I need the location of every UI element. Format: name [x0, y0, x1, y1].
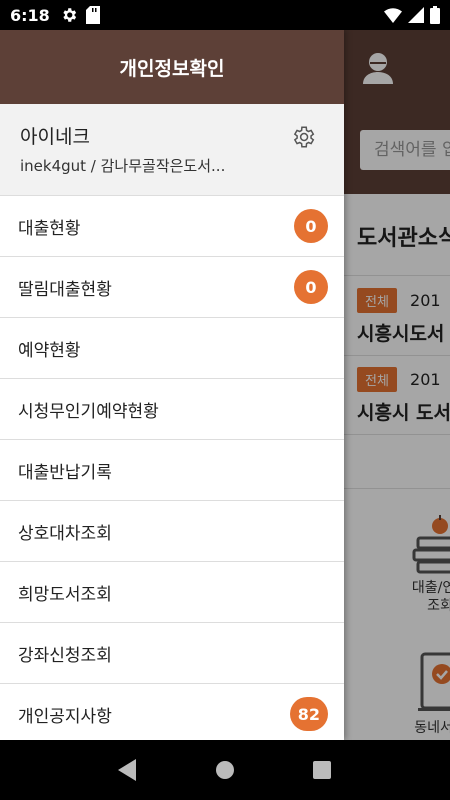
- battery-icon: [430, 6, 440, 24]
- menu-item-kiosk-reservation-status[interactable]: 시청무인기예약현황: [0, 379, 344, 440]
- count-badge: 82: [289, 697, 328, 731]
- menu-item-label: 강좌신청조회: [18, 645, 112, 666]
- menu-item-label: 딸림대출현황: [18, 279, 112, 300]
- menu-item-personal-notices[interactable]: 개인공지사항 82: [0, 684, 344, 740]
- navigation-drawer: 개인정보확인 아이네크 inek4gut / 감나무골작은도서... 대출현황 …: [0, 30, 344, 740]
- drawer-title: 개인정보확인: [0, 30, 344, 104]
- wifi-icon: [384, 7, 402, 23]
- status-bar: 6:18: [0, 0, 450, 30]
- menu-item-label: 예약현황: [18, 340, 81, 361]
- home-icon[interactable]: [210, 755, 240, 785]
- menu-item-label: 대출반납기록: [18, 462, 112, 483]
- menu-item-loan-status[interactable]: 대출현황 0: [0, 196, 344, 257]
- count-badge: 0: [294, 270, 328, 304]
- profile-name: 아이네크: [20, 126, 90, 148]
- profile-section: 아이네크 inek4gut / 감나무골작은도서...: [0, 104, 344, 196]
- menu-item-label: 시청무인기예약현황: [18, 401, 159, 422]
- recents-icon[interactable]: [307, 755, 337, 785]
- menu-item-loan-return-history[interactable]: 대출반납기록: [0, 440, 344, 501]
- menu-item-label: 희망도서조회: [18, 584, 112, 605]
- settings-gear-icon[interactable]: [290, 124, 316, 150]
- menu-item-label: 상호대차조회: [18, 523, 112, 544]
- settings-icon: [60, 6, 78, 24]
- count-badge: 0: [294, 209, 328, 243]
- menu-item-attached-loan-status[interactable]: 딸림대출현황 0: [0, 257, 344, 318]
- menu-item-interlibrary-loan[interactable]: 상호대차조회: [0, 501, 344, 562]
- profile-detail: inek4gut / 감나무골작은도서...: [20, 157, 226, 175]
- menu-item-label: 개인공지사항: [18, 706, 112, 727]
- sd-card-icon: [85, 6, 100, 24]
- system-nav-bar: [0, 740, 450, 800]
- signal-icon: [408, 7, 424, 23]
- status-time: 6:18: [10, 5, 50, 25]
- menu-item-wishlist-books[interactable]: 희망도서조회: [0, 562, 344, 623]
- back-icon[interactable]: [113, 755, 143, 785]
- menu-item-label: 대출현황: [18, 218, 81, 239]
- menu-item-reservation-status[interactable]: 예약현황: [0, 318, 344, 379]
- menu-item-course-applications[interactable]: 강좌신청조회: [0, 623, 344, 684]
